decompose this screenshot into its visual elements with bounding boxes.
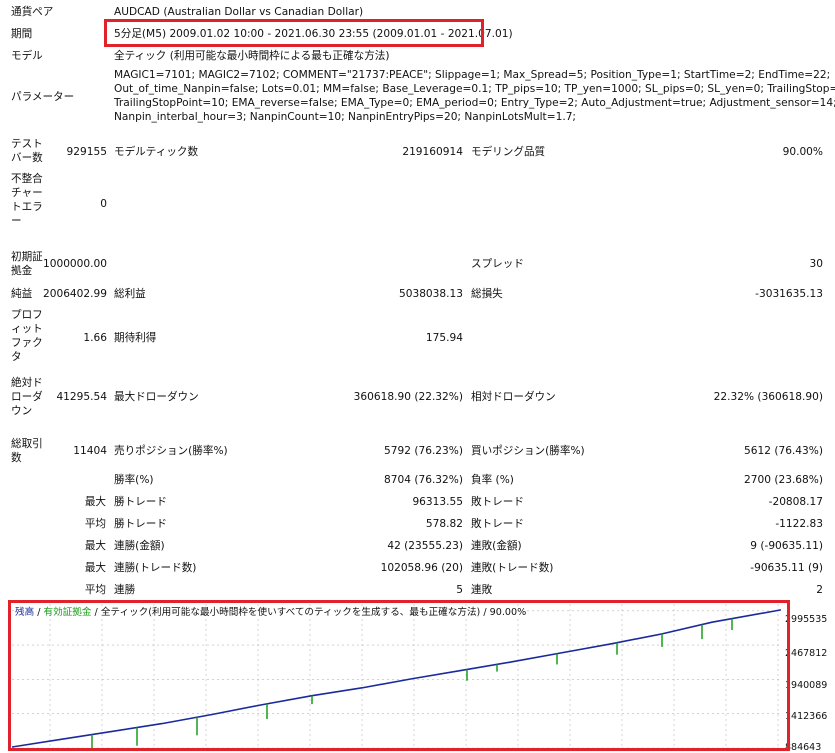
short-label: 売りポジション(勝率%): [114, 445, 228, 457]
row-right-value: -90635.11 (9): [750, 562, 823, 574]
row-prefix: 最大: [84, 540, 106, 552]
rel-dd-label: 相対ドローダウン: [471, 391, 556, 403]
model-label: モデル: [11, 50, 43, 62]
params-line: Out_of_time_Nanpin=false; Lots=0.01; MM=…: [114, 83, 835, 95]
net-value: 2006402.99: [42, 288, 107, 300]
short-value: 5792 (76.23%): [384, 445, 463, 457]
row-right-label: 敗トレード: [471, 518, 524, 530]
row-left-label: 連勝(トレード数): [114, 562, 197, 574]
row-right-value: 2: [816, 584, 823, 596]
row-left-value: 578.82: [425, 518, 463, 530]
gross-profit-label: 総利益: [114, 288, 146, 300]
legend-equity: 有効証拠金: [43, 607, 92, 618]
spread-label: スプレッド: [471, 258, 524, 270]
gross-profit-value: 5038038.13: [398, 288, 463, 300]
row-prefix: 平均: [84, 584, 106, 596]
params-line: MAGIC1=7101; MAGIC2=7102; COMMENT="21737…: [114, 69, 831, 81]
row-left-value: 102058.96 (20): [380, 562, 463, 574]
row-left-value: 5: [456, 584, 463, 596]
gross-loss-value: -3031635.13: [755, 288, 823, 300]
row-right-label: 連敗(金額): [471, 540, 522, 552]
params-line: Nanpin_interbal_hour=3; NanpinCount=10; …: [114, 111, 576, 123]
legend-balance: 残高: [15, 607, 35, 618]
loss-label: 負率 (%): [471, 474, 514, 486]
deposit-value: 1000000.00: [42, 258, 107, 270]
quality-label: モデリング品質: [471, 146, 546, 158]
row-right-label: 連敗: [471, 584, 493, 596]
period-label: 期間: [11, 28, 33, 40]
chart-legend: 残高 / 有効証拠金 / 全ティック(利用可能な最小時間枠を使いすべてのティック…: [15, 607, 527, 618]
abs-dd-value: 41295.54: [56, 391, 107, 403]
ticks-label: モデルティック数: [114, 146, 199, 158]
expected-value: 175.94: [425, 332, 463, 344]
row-left-label: 連勝: [114, 584, 136, 596]
y-tick-label: 2467812: [785, 648, 828, 659]
y-tick-label: 884643: [785, 742, 822, 753]
row-left-value: 96313.55: [412, 496, 463, 508]
row-left-label: 連勝(金額): [114, 540, 165, 552]
row-prefix: 最大: [84, 496, 106, 508]
win-label: 勝率(%): [114, 474, 154, 486]
row-left-label: 勝トレード: [114, 496, 167, 508]
row-left-label: 勝トレード: [114, 518, 167, 530]
y-tick-label: 2995535: [785, 614, 828, 625]
legend-sep: /: [34, 607, 44, 618]
symbol-value: AUDCAD (Australian Dollar vs Canadian Do…: [114, 6, 364, 18]
row-right-label: 連敗(トレード数): [471, 562, 554, 574]
expected-label: 期待利得: [114, 332, 157, 344]
params-line: TrailingStopPoint=10; EMA_reverse=false;…: [114, 97, 835, 109]
trades-value: 11404: [73, 445, 107, 457]
row-right-label: 敗トレード: [471, 496, 524, 508]
max-dd-label: 最大ドローダウン: [114, 391, 199, 403]
row-prefix: 平均: [84, 518, 106, 530]
y-tick-label: 1412366: [785, 711, 828, 722]
long-value: 5612 (76.43%): [744, 445, 823, 457]
chart-highlight-box: [8, 600, 790, 751]
y-tick-label: 1940089: [785, 680, 828, 691]
loss-value: 2700 (23.68%): [744, 474, 823, 486]
row-right-value: 9 (-90635.11): [750, 540, 823, 552]
legend-quality: / 90.00%: [480, 607, 527, 618]
spread-value: 30: [809, 258, 823, 270]
params-label: パラメーター: [11, 91, 75, 103]
legend-model: 全ティック(利用可能な最小時間枠を使いすべてのティックを生成する、最も正確な方法…: [100, 607, 481, 618]
model-value: 全ティック (利用可能な最小時間枠による最も正確な方法): [114, 50, 390, 62]
mismatch-label: 不整合チャートエラー: [11, 173, 43, 227]
long-label: 買いポジション(勝率%): [471, 445, 585, 457]
mismatch-value: 0: [100, 198, 107, 210]
row-prefix: 最大: [84, 562, 106, 574]
bars-value: 929155: [66, 146, 107, 158]
quality-value: 90.00%: [782, 146, 823, 158]
symbol-label: 通貨ペア: [11, 6, 54, 18]
rel-dd-value: 22.32% (360618.90): [713, 391, 823, 403]
bars-label: テストバー数: [11, 138, 43, 164]
win-value: 8704 (76.32%): [384, 474, 463, 486]
gross-loss-label: 総損失: [471, 288, 503, 300]
net-label: 純益: [11, 288, 33, 300]
legend-sep: /: [91, 607, 101, 618]
ticks-value: 219160914: [402, 146, 463, 158]
period-highlight-box: [104, 19, 484, 47]
row-right-value: -20808.17: [768, 496, 823, 508]
max-dd-value: 360618.90 (22.32%): [353, 391, 463, 403]
row-right-value: -1122.83: [775, 518, 823, 530]
pf-label: プロフィットファクタ: [11, 309, 43, 363]
row-left-value: 42 (23555.23): [387, 540, 463, 552]
pf-value: 1.66: [83, 332, 107, 344]
